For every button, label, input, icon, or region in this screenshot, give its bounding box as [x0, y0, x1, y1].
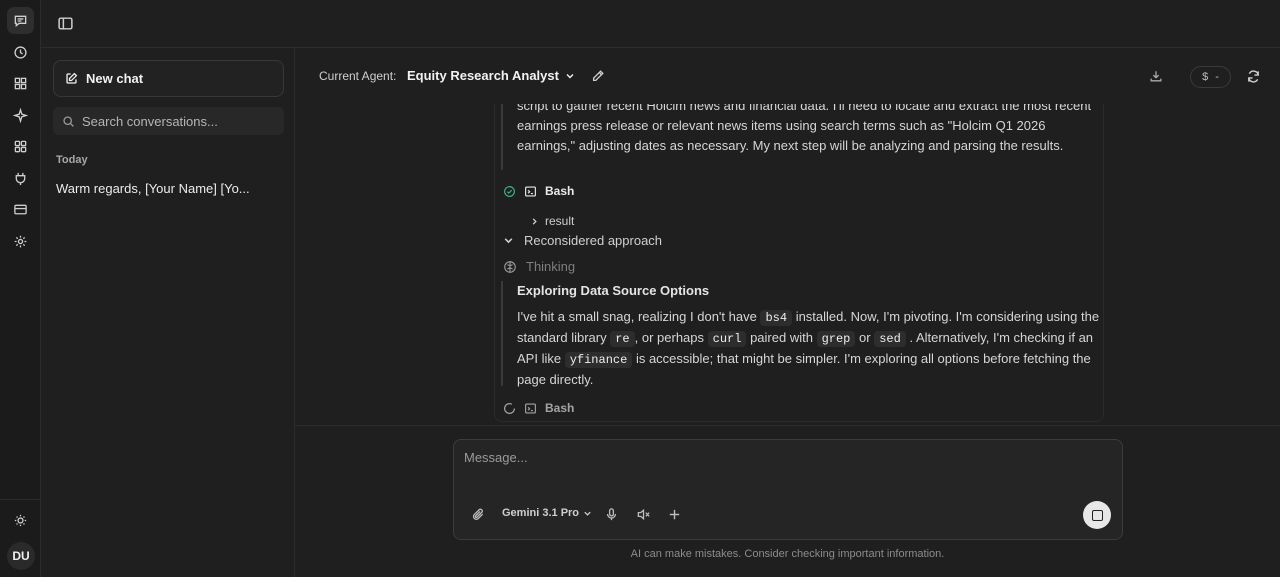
spinner-icon — [504, 402, 515, 414]
stop-button[interactable] — [1083, 501, 1111, 529]
terminal-icon — [525, 402, 536, 414]
top-bar — [41, 0, 1280, 48]
result-label: result — [545, 214, 575, 228]
model-selector[interactable]: Gemini 3.1 Pro — [502, 507, 592, 519]
thought-title: Exploring Data Source Options — [517, 283, 710, 298]
icon-rail: DU — [0, 0, 41, 577]
chat-icon[interactable] — [7, 7, 34, 34]
attach-icon[interactable] — [471, 507, 486, 522]
edit-icon — [66, 72, 78, 84]
sidebar-toggle-icon[interactable] — [57, 15, 74, 32]
thought-text: paired with — [750, 330, 813, 345]
plus-icon[interactable] — [667, 507, 682, 522]
code-snippet: re — [610, 331, 635, 347]
chevron-down-icon — [584, 511, 591, 516]
tool-name: Bash — [545, 401, 575, 415]
brain-icon — [504, 260, 516, 273]
thought-block: Exploring Data Source Options I've hit a… — [501, 281, 1101, 387]
agent-name: Equity Research Analyst — [407, 68, 559, 83]
edit-agent-icon[interactable] — [591, 69, 605, 83]
model-name: Gemini 3.1 Pro — [502, 507, 580, 519]
new-chat-label: New chat — [86, 71, 144, 86]
chevron-down-icon — [504, 238, 513, 244]
cost-symbol: $ — [1202, 71, 1209, 83]
code-snippet: curl — [707, 331, 747, 347]
settings-icon[interactable] — [7, 228, 34, 255]
thought-text: or — [859, 330, 871, 345]
tool-call-bash-pending[interactable]: Bash — [503, 401, 574, 415]
rail-divider — [0, 499, 41, 500]
tool-result-toggle[interactable]: result — [530, 214, 574, 228]
agent-selector[interactable]: Equity Research Analyst — [407, 68, 575, 83]
microphone-icon[interactable] — [604, 507, 619, 522]
tool-name: Bash — [545, 184, 575, 198]
terminal-icon — [525, 185, 536, 197]
stop-icon — [1091, 509, 1103, 521]
thinking-indicator: Thinking — [503, 259, 575, 274]
theme-toggle-icon[interactable] — [7, 507, 34, 534]
thought-text: script to gather recent Holcim news and … — [517, 104, 1092, 153]
refresh-icon[interactable] — [1246, 69, 1261, 84]
card-icon[interactable] — [7, 196, 34, 223]
agent-bar: Current Agent: Equity Research Analyst $… — [295, 48, 1280, 104]
message-input[interactable] — [464, 450, 1104, 490]
code-snippet: grep — [816, 331, 856, 347]
cost-value: - — [1215, 71, 1219, 83]
reconsidered-label: Reconsidered approach — [524, 233, 663, 248]
search-input[interactable] — [82, 113, 272, 129]
thought-body: I've hit a small snag, realizing I don't… — [517, 307, 1101, 390]
code-snippet: bs4 — [760, 310, 793, 326]
thinking-label: Thinking — [526, 259, 576, 274]
search-box — [53, 107, 284, 135]
reconsidered-toggle[interactable]: Reconsidered approach — [503, 233, 662, 248]
code-snippet: sed — [874, 331, 906, 347]
thought-text: , or perhaps — [634, 330, 705, 345]
tool-call-bash[interactable]: Bash — [503, 184, 574, 198]
sparkle-icon[interactable] — [7, 102, 34, 129]
conversation-item[interactable]: Warm regards, [Your Name] [Yo... — [56, 181, 261, 196]
chevron-right-icon — [532, 217, 537, 225]
plug-icon[interactable] — [7, 165, 34, 192]
thought-block: script to gather recent Holcim news and … — [501, 104, 1101, 170]
download-icon[interactable] — [1149, 69, 1163, 83]
message-composer: Gemini 3.1 Pro — [453, 439, 1123, 540]
grid-icon[interactable] — [7, 133, 34, 160]
avatar[interactable]: DU — [7, 542, 35, 570]
search-icon — [63, 115, 74, 127]
chevron-down-icon — [566, 73, 574, 78]
disclaimer-text: AI can make mistakes. Consider checking … — [630, 548, 945, 560]
section-today: Today — [56, 154, 88, 166]
history-icon[interactable] — [7, 39, 34, 66]
agent-label: Current Agent: — [319, 69, 397, 83]
check-circle-icon — [504, 185, 515, 197]
apps-icon[interactable] — [7, 70, 34, 97]
code-snippet: yfinance — [564, 352, 633, 368]
cost-indicator: $ - — [1190, 66, 1231, 88]
mute-icon[interactable] — [636, 507, 651, 522]
conversation-sidebar: New chat Today Warm regards, [Your Name]… — [41, 48, 295, 577]
avatar-initials: DU — [12, 549, 30, 563]
chat-area[interactable]: script to gather recent Holcim news and … — [295, 104, 1280, 426]
main-panel: Current Agent: Equity Research Analyst $… — [295, 48, 1280, 577]
thought-text: I've hit a small snag, realizing I don't… — [517, 309, 757, 324]
new-chat-button[interactable]: New chat — [53, 60, 284, 97]
